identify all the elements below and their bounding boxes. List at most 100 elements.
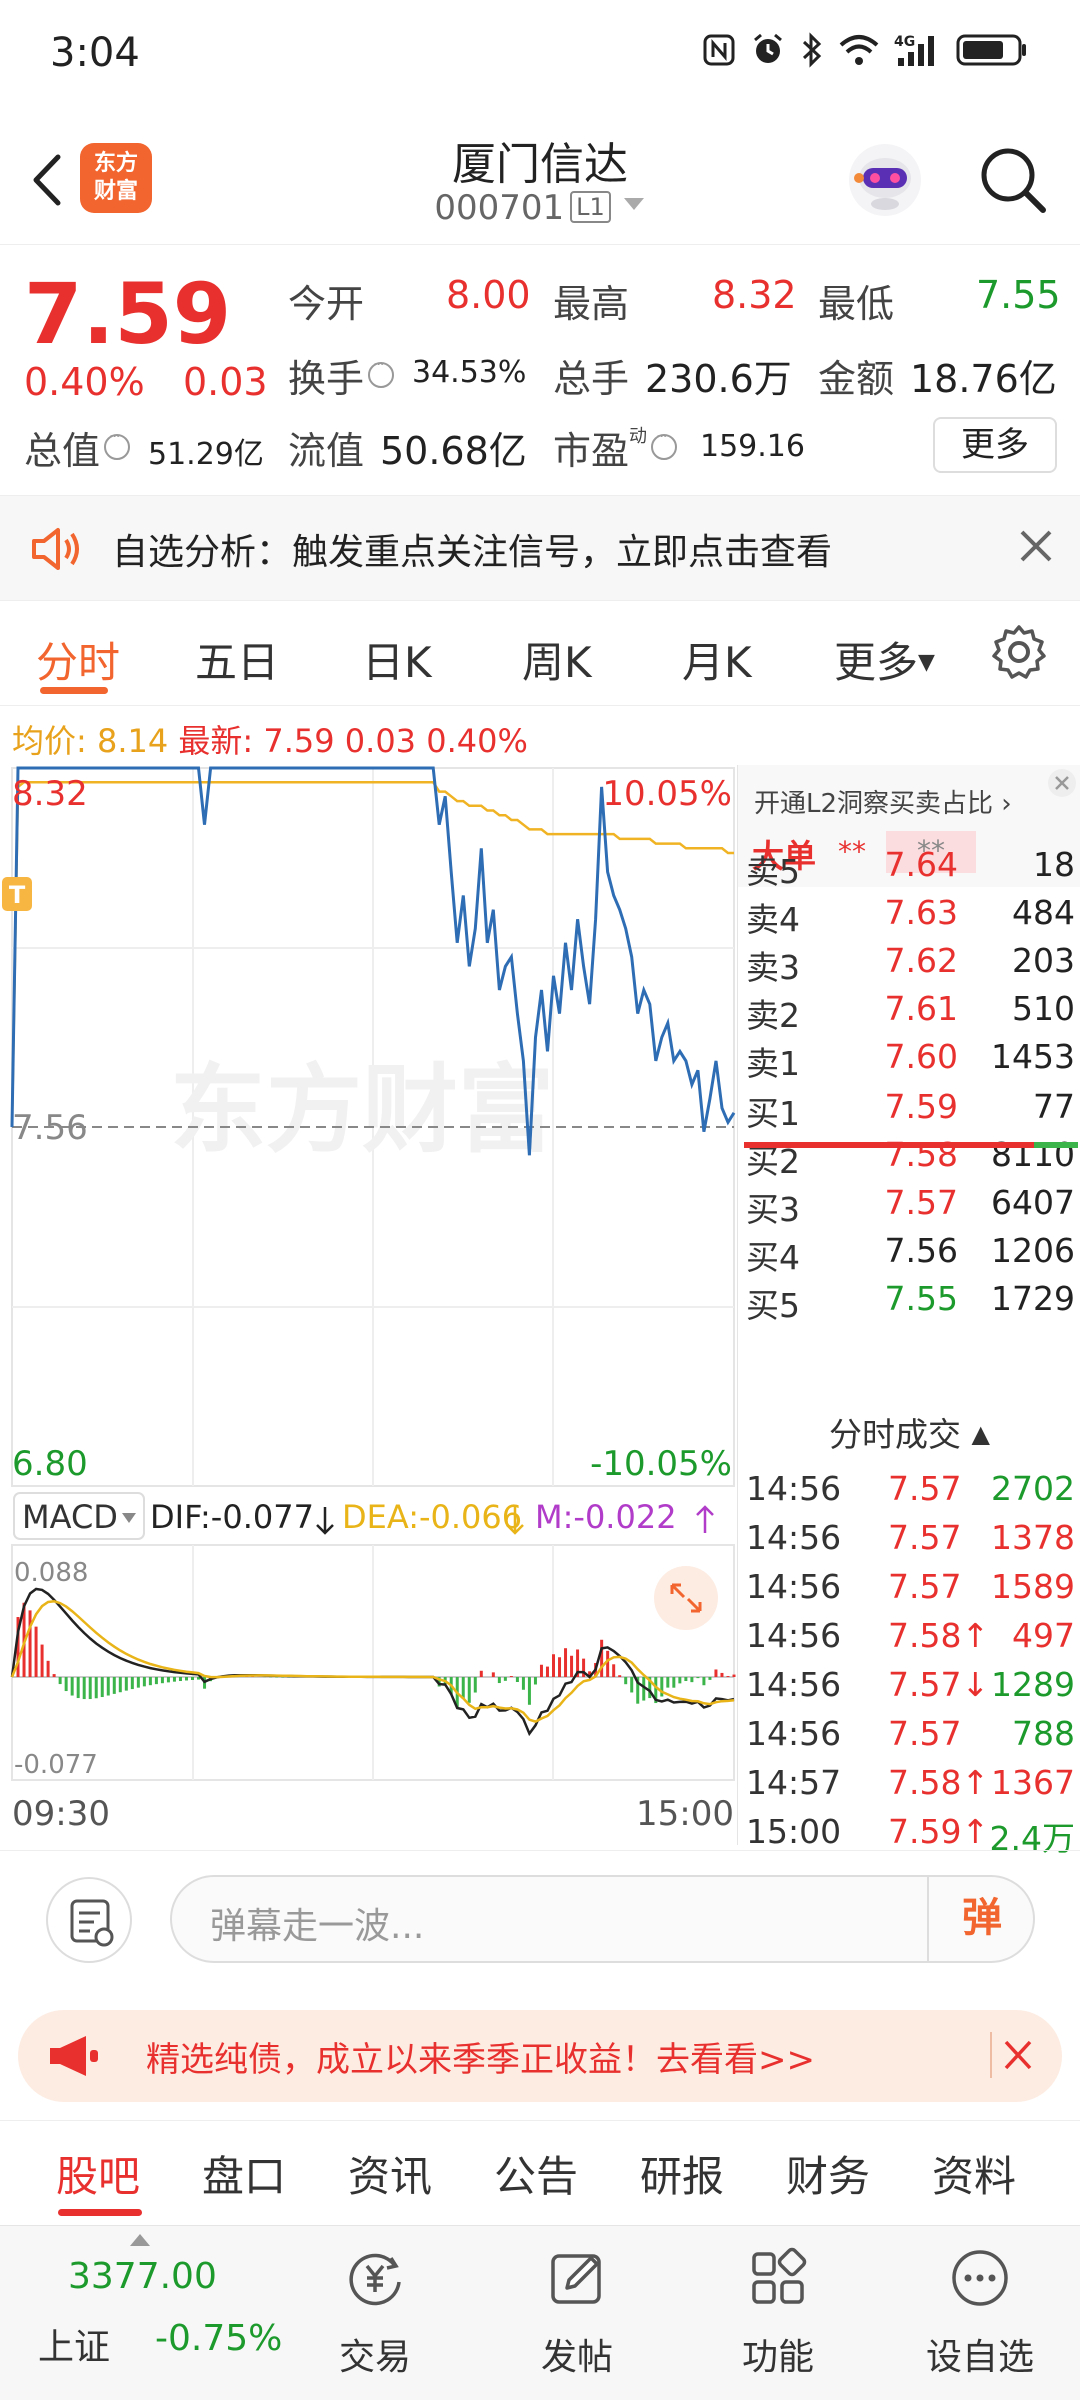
order-book-row[interactable]: 买1 7.59 77 (738, 1083, 1080, 1133)
tab-more[interactable]: 更多▼ (834, 629, 935, 690)
order-book-row[interactable]: 买2 7.58 8110 (738, 1131, 1080, 1181)
bid-ask-ratio-bar (744, 1142, 1078, 1148)
trade-volume: 497 (1012, 1616, 1075, 1655)
trade-price: 7.57 (888, 1469, 962, 1508)
grid-functions-icon (752, 2247, 807, 2304)
trade-time: 14:57 (746, 1763, 842, 1802)
megaphone-icon (46, 2032, 100, 2080)
avg-value: 8.14 (96, 722, 169, 760)
dif-down-arrow-icon (316, 1507, 334, 1535)
signal-4g-icon: 4G (894, 34, 934, 66)
edit-post-icon (551, 2254, 601, 2304)
tab-research[interactable]: 研报 (640, 2143, 724, 2204)
chevron-right-icon: › (1001, 789, 1012, 819)
total-mv-label: 总值 (24, 420, 134, 475)
tab-profile[interactable]: 资料 (932, 2143, 1016, 2204)
order-book: 开通L2洞察买卖占比 › 大单 ** ** 卖5 7.64 18 卖4 7.63 484 卖… (737, 765, 1080, 1858)
order-level-label: 卖2 (746, 996, 800, 1035)
order-book-row[interactable]: 买4 7.56 1206 (738, 1227, 1080, 1277)
settings-gear-icon[interactable] (990, 623, 1048, 681)
index-ticker[interactable]: 3377.00 上证 -0.75% (0, 2226, 300, 2400)
trade-volume: 1289 (991, 1665, 1075, 1704)
tab-daily-k[interactable]: 日K (362, 629, 432, 690)
macd-selector-label: MACD (22, 1498, 118, 1536)
close-icon[interactable] (990, 2032, 1036, 2078)
nav-add-watchlist-label: 设自选 (925, 2337, 1034, 2378)
tab-finance[interactable]: 财务 (786, 2143, 870, 2204)
level-badge: L1 (570, 191, 611, 223)
tab-pankou[interactable]: 盘口 (202, 2143, 286, 2204)
trades-title[interactable]: 分时成交 ▲ (738, 1408, 1080, 1456)
notice-bar[interactable]: 自选分析：触发重点关注信号，立即点击查看 (0, 495, 1080, 601)
trade-time: 14:56 (746, 1665, 842, 1704)
high-label: 最高 (553, 282, 630, 326)
order-book-row[interactable]: 买5 7.55 1729 (738, 1275, 1080, 1325)
current-price: 7.59 (24, 265, 232, 363)
trade-row: 15:00 7.59↑ 2.4万 (738, 1808, 1080, 1858)
danmaku-send-button[interactable]: 弹 (927, 1877, 1035, 1961)
close-icon[interactable] (1046, 767, 1078, 799)
order-book-row[interactable]: 卖1 7.60 1453 (738, 1033, 1080, 1083)
tab-intraday[interactable]: 分时 (36, 629, 120, 690)
caret-up-icon (130, 2234, 150, 2246)
content-tabs: 股吧 盘口 资讯 公告 研报 财务 资料 (0, 2120, 1080, 2225)
nav-functions[interactable]: 功能 (708, 2246, 848, 2380)
turnover-label: 换手 (288, 348, 398, 403)
tab-five-day[interactable]: 五日 (195, 629, 279, 690)
info-icon[interactable] (651, 429, 678, 460)
order-book-row[interactable]: 买3 7.57 6407 (738, 1179, 1080, 1229)
expand-icon[interactable] (654, 1566, 718, 1630)
status-time: 3:04 (50, 30, 140, 76)
float-mv-label: 流值 (288, 429, 365, 473)
dropdown-triangle-icon: ▼ (918, 650, 935, 675)
notice-text: 自选分析：触发重点关注信号，立即点击查看 (112, 532, 833, 573)
intraday-chart[interactable]: 东方财富 8.32 10.05% 7.56 6.80 -10.05% T MAC… (0, 765, 740, 1845)
ai-assistant-robot-icon[interactable] (845, 140, 925, 220)
info-icon[interactable] (104, 429, 131, 460)
close-icon[interactable] (1016, 526, 1056, 566)
nav-functions-label: 功能 (741, 2337, 814, 2378)
order-level-label: 卖5 (746, 852, 800, 891)
t-marker-icon[interactable]: T (2, 877, 32, 911)
price-info-row: 均价: 8.14 最新: 7.59 0.03 0.40% (12, 716, 528, 762)
nav-add-watchlist[interactable]: 设自选 (910, 2246, 1050, 2380)
search-icon[interactable] (975, 142, 1051, 218)
trade-price: 7.58↑ (888, 1616, 990, 1655)
ad-banner[interactable]: 精选纯债，成立以来季季正收益！去看看>> (18, 2010, 1062, 2102)
dropdown-triangle-icon (623, 198, 644, 210)
ad-text: 精选纯债，成立以来季季正收益！去看看>> (146, 2040, 815, 2080)
info-icon[interactable] (368, 357, 395, 388)
order-volume: 1453 (991, 1037, 1075, 1076)
latest-label: 最新: (178, 722, 254, 760)
order-book-row[interactable]: 卖3 7.62 203 (738, 937, 1080, 987)
open-value: 8.00 (446, 273, 531, 317)
trade-time: 14:56 (746, 1616, 842, 1655)
order-volume: 6407 (991, 1183, 1075, 1222)
danmaku-input[interactable]: 弹幕走一波... 弹 (170, 1875, 1035, 1963)
nav-trade[interactable]: 交易 (305, 2246, 445, 2380)
trade-row: 14:56 7.57 788 (738, 1710, 1080, 1758)
trade-row: 14:56 7.57 2702 (738, 1465, 1080, 1513)
order-book-row[interactable]: 卖4 7.63 484 (738, 889, 1080, 939)
tab-announcements[interactable]: 公告 (494, 2143, 578, 2204)
order-price: 7.56 (884, 1231, 958, 1270)
macd-m: M:-0.022 (535, 1498, 677, 1536)
tab-monthly-k[interactable]: 月K (682, 629, 752, 690)
order-book-row[interactable]: 卖2 7.61 510 (738, 985, 1080, 1035)
order-level-label: 卖3 (746, 948, 800, 987)
tab-weekly-k[interactable]: 周K (522, 629, 592, 690)
index-name: 上证 (38, 2327, 111, 2368)
order-level-label: 卖1 (746, 1044, 800, 1083)
latest-value: 7.59 (263, 722, 335, 760)
nav-post[interactable]: 发帖 (507, 2246, 647, 2380)
index-change: -0.75% (155, 2318, 283, 2359)
wifi-icon (839, 35, 879, 65)
macd-header: MACD DIF:-0.077 DEA:-0.066 M:-0.022 (13, 1492, 714, 1540)
more-quote-button[interactable]: 更多 (933, 417, 1057, 473)
order-book-row[interactable]: 卖5 7.64 18 (738, 841, 1080, 891)
danmaku-list-button[interactable] (46, 1877, 132, 1963)
quote-panel: 7.59 0.40% 0.03 今开 8.00 最高 8.32 最低 7.55 … (0, 245, 1080, 495)
prev-close-label: 7.56 (12, 1108, 88, 1148)
tab-guba[interactable]: 股吧 (56, 2143, 140, 2204)
tab-news[interactable]: 资讯 (348, 2143, 432, 2204)
